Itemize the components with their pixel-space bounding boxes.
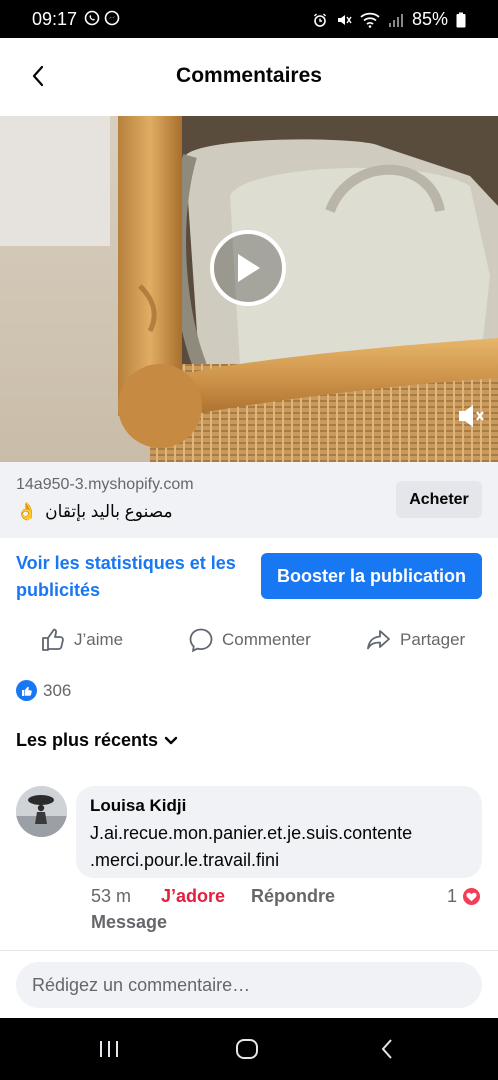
recent-apps-icon [100,1041,118,1057]
comment-bubble[interactable]: Louisa Kidji J.ai.recue.mon.panier.et.je… [76,786,482,878]
post-video[interactable] [0,116,498,462]
avatar-image [16,786,67,837]
love-reaction-icon [461,886,482,907]
boost-post-button[interactable]: Booster la publication [261,553,482,599]
link-preview[interactable]: 14a950-3.myshopify.com 👌 مصنوع باليد بإت… [0,462,498,538]
play-icon [238,254,260,282]
signal-icon [388,13,403,27]
reaction-count: 306 [43,680,72,700]
play-button[interactable] [210,230,286,306]
comment-message-button[interactable]: Message [91,912,167,933]
sort-label: Les plus récents [16,730,159,750]
share-label: Partager [400,630,466,649]
comment-reaction-summary[interactable]: 1 [447,886,482,907]
wifi-icon [360,12,380,28]
comment-reaction-count: 1 [446,886,457,906]
comment-input[interactable] [16,962,482,1008]
battery-icon [456,12,466,27]
shop-now-button[interactable]: Acheter [396,481,482,518]
post-actions: J’aime Commenter Partager [0,620,498,660]
system-back-button[interactable] [372,1036,402,1062]
battery-percent: 85% [411,9,448,29]
home-icon [236,1039,258,1059]
thumbs-up-icon [42,628,64,651]
comment-reply-button[interactable]: Répondre [251,886,335,907]
link-title-text: مصنوع باليد بإتقان [45,502,173,521]
share-button[interactable]: Partager [366,620,465,660]
messenger-icon [104,10,120,26]
system-nav-bar [0,1018,498,1080]
comment-author[interactable]: Louisa Kidji [90,796,468,816]
mute-icon [337,14,352,25]
divider [0,950,498,951]
comment-button[interactable]: Commenter [188,620,311,660]
ok-hand-emoji: 👌 [16,502,38,521]
avatar[interactable] [16,786,67,837]
speaker-muted-icon [459,405,484,427]
like-button[interactable]: J’aime [40,620,123,660]
link-title: 👌 مصنوع باليد بإتقان [16,502,173,522]
whatsapp-icon [84,10,100,26]
chevron-down-icon [164,736,178,744]
like-label: J’aime [74,630,124,649]
comment-icon [189,628,213,653]
comment-label: Commenter [222,630,311,649]
back-arrow-icon [381,1039,392,1059]
top-header: Commentaires [0,38,498,116]
comment-sort-dropdown[interactable]: Les plus récents [16,730,178,751]
comment-text: J.ai.recue.mon.panier.et.je.suis.content… [90,823,413,870]
home-button[interactable] [232,1036,262,1062]
status-bar: 09:17 85% [0,0,498,38]
reaction-summary[interactable]: 306 [16,680,71,701]
view-insights-link[interactable]: Voir les statistiques et les publicités [16,550,256,604]
like-reaction-icon [16,680,37,701]
mute-toggle[interactable] [456,402,486,430]
recent-apps-button[interactable] [94,1036,124,1062]
alarm-icon [313,13,326,27]
share-icon [367,630,390,650]
comment-react-button[interactable]: J’adore [161,886,225,907]
status-time: 09:17 [32,9,78,29]
comment-time: 53 m [91,886,132,906]
page-title: Commentaires [176,64,322,87]
link-domain: 14a950-3.myshopify.com [16,476,194,493]
